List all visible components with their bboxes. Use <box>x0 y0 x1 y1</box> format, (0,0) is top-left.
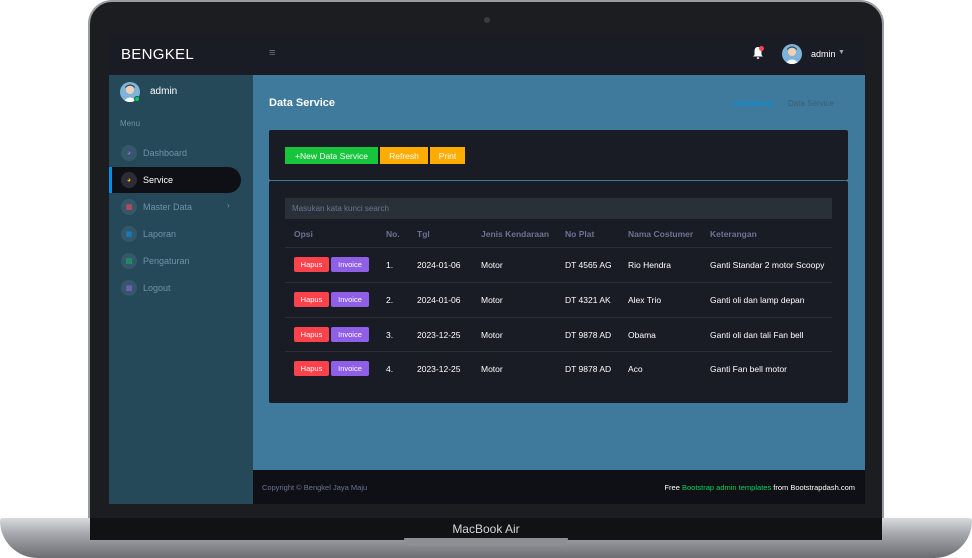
laptop-notch <box>404 538 568 546</box>
footer-credit: Free Bootstrap admin templates from Boot… <box>664 483 855 492</box>
invoice-button[interactable]: Invoice <box>331 292 369 307</box>
invoice-button[interactable]: Invoice <box>331 327 369 342</box>
bootstrap-templates-link[interactable]: Bootstrap admin templates <box>682 483 771 492</box>
row-1-plat: DT 4565 AG <box>565 260 612 270</box>
camera <box>484 17 490 23</box>
hapus-button[interactable]: Hapus <box>294 327 329 342</box>
column-header-no-plat: No Plat <box>565 229 595 239</box>
footer-free-prefix: Free <box>664 483 682 492</box>
column-header-tgl: Tgl <box>417 229 430 239</box>
row-3-no: 3. <box>386 330 394 340</box>
table-divider <box>285 351 832 352</box>
footer-free-suffix: from Bootstrapdash.com <box>771 483 855 492</box>
table-divider <box>285 247 832 248</box>
row-2-plat: DT 4321 AK <box>565 295 611 305</box>
print-button[interactable]: Print <box>430 147 465 164</box>
invoice-button[interactable]: Invoice <box>331 361 369 376</box>
row-3-plat: DT 9878 AD <box>565 330 612 340</box>
row-4-jenis: Motor <box>481 364 503 374</box>
row-1-jenis: Motor <box>481 260 503 270</box>
refresh-button[interactable]: Refresh <box>380 147 428 164</box>
column-header-nama-costumer: Nama Costumer <box>628 229 694 239</box>
new-data-service-button[interactable]: +New Data Service <box>285 147 378 164</box>
row-2-keterangan: Ganti oli dan lamp depan <box>710 295 805 305</box>
footer: Copyright © Bengkel Jaya Maju Free Boots… <box>253 470 865 504</box>
row-2-nama: Alex Trio <box>628 295 662 305</box>
column-header-opsi: Opsi <box>294 229 313 239</box>
copyright-text: Copyright © Bengkel Jaya Maju <box>262 483 368 492</box>
row-1-keterangan: Ganti Standar 2 motor Scoopy <box>710 260 825 270</box>
row-4-tgl: 2023-12-25 <box>417 364 461 374</box>
row-4-keterangan: Ganti Fan bell motor <box>710 364 788 374</box>
row-4-nama: Aco <box>628 364 643 374</box>
row-1-tgl: 2024-01-06 <box>417 260 461 270</box>
column-header-no: No. <box>386 229 400 239</box>
invoice-button[interactable]: Invoice <box>331 257 369 272</box>
row-3-nama: Obama <box>628 330 656 340</box>
content-area: +New Data Service Refresh Print Opsi No.… <box>109 34 865 504</box>
row-1-nama: Rio Hendra <box>628 260 671 270</box>
row-1-no: 1. <box>386 260 394 270</box>
hapus-button[interactable]: Hapus <box>294 257 329 272</box>
row-2-jenis: Motor <box>481 295 503 305</box>
hapus-button[interactable]: Hapus <box>294 292 329 307</box>
row-3-tgl: 2023-12-25 <box>417 330 461 340</box>
row-4-no: 4. <box>386 364 394 374</box>
row-2-no: 2. <box>386 295 394 305</box>
row-2-tgl: 2024-01-06 <box>417 295 461 305</box>
row-3-keterangan: Ganti oli dan tali Fan bell <box>710 330 804 340</box>
device-label: MacBook Air <box>452 522 520 536</box>
hapus-button[interactable]: Hapus <box>294 361 329 376</box>
column-header-jenis-kendaraan: Jenis Kendaraan <box>481 229 550 239</box>
table-divider <box>285 317 832 318</box>
row-4-plat: DT 9878 AD <box>565 364 612 374</box>
column-header-keterangan: Keterangan <box>710 229 757 239</box>
table-divider <box>285 282 832 283</box>
search-input[interactable] <box>285 198 832 219</box>
row-3-jenis: Motor <box>481 330 503 340</box>
